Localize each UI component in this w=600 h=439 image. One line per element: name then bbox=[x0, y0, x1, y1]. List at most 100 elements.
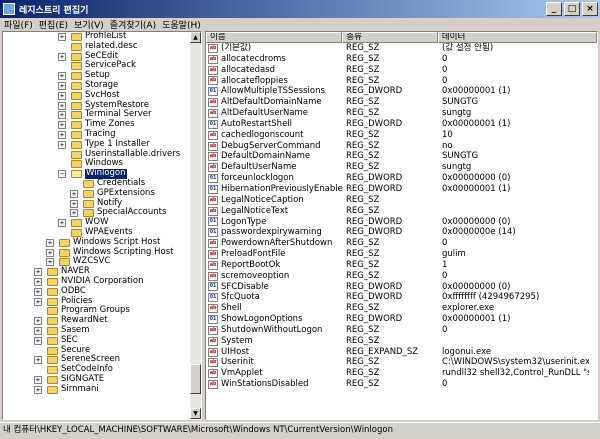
value-row[interactable]: ab VmApplet REG_SZ rundll32 shell32,Control… bbox=[206, 368, 597, 379]
expand-icon[interactable]: + bbox=[70, 189, 78, 198]
value-row[interactable]: ab UIHost REG_EXPAND_SZ logonui.exe bbox=[206, 347, 597, 358]
expand-icon[interactable]: + bbox=[58, 219, 66, 228]
expand-icon[interactable]: + bbox=[58, 52, 66, 61]
tree-node[interactable]: + WZCSVC bbox=[3, 257, 191, 267]
value-type: REG_SZ bbox=[346, 303, 380, 314]
expand-icon[interactable]: + bbox=[34, 287, 42, 296]
column-header-type[interactable]: 종류 bbox=[342, 32, 438, 43]
value-row[interactable]: ab PowerdownAfterShutdown REG_SZ 0 bbox=[206, 238, 597, 249]
expand-icon[interactable]: + bbox=[34, 326, 42, 335]
menu-help[interactable]: 도움말(H) bbox=[162, 18, 201, 31]
value-row[interactable]: 01 SfcQuota REG_DWORD 0xffffffff (429496729… bbox=[206, 292, 597, 303]
value-row[interactable]: ab cachedlogonscount REG_SZ 10 bbox=[206, 130, 597, 141]
expand-icon[interactable]: + bbox=[34, 375, 42, 384]
expand-icon[interactable]: + bbox=[46, 238, 54, 247]
column-header-name[interactable]: 이름 bbox=[206, 32, 343, 43]
close-button[interactable]: × bbox=[582, 2, 598, 16]
value-row[interactable]: 01 ShowLogonOptions REG_DWORD 0x00000001 (1… bbox=[206, 314, 597, 325]
tree-node[interactable]: + RewardNet bbox=[3, 315, 191, 326]
value-row[interactable]: ab LegalNoticeCaption REG_SZ bbox=[206, 195, 597, 206]
expand-icon[interactable]: + bbox=[58, 33, 66, 41]
menu-view[interactable]: 보기(V) bbox=[74, 18, 104, 31]
scroll-thumb[interactable] bbox=[190, 364, 201, 394]
expand-icon[interactable]: + bbox=[70, 209, 78, 218]
tree-node[interactable]: + ODBC bbox=[3, 286, 191, 297]
minimize-button[interactable]: _ bbox=[546, 2, 562, 16]
expand-icon[interactable]: + bbox=[58, 130, 66, 139]
value-row[interactable]: ab Userinit REG_SZ C:\WINDOWS\system32\user… bbox=[206, 357, 597, 368]
value-row[interactable]: 01 LogonType REG_DWORD 0x00000000 (0) bbox=[206, 217, 597, 228]
value-row[interactable]: 01 HibernationPreviouslyEnabled REG_DWORD 0… bbox=[206, 184, 597, 195]
tree-node[interactable]: + Sirnmani bbox=[3, 384, 191, 395]
key-tree-pane[interactable]: + ProfileList related.desc + SeCEdit ServiceP… bbox=[2, 31, 202, 420]
value-data bbox=[439, 206, 589, 217]
expand-icon[interactable]: + bbox=[46, 258, 54, 267]
value-row[interactable]: ab Shell REG_SZ explorer.exe bbox=[206, 303, 597, 314]
value-row[interactable]: 01 SFCDisable REG_DWORD 0x00000000 (0) bbox=[206, 282, 597, 293]
folder-icon bbox=[47, 268, 58, 277]
value-row[interactable]: ab ReportBootOk REG_SZ 1 bbox=[206, 260, 597, 271]
value-row[interactable]: ab DebugServerCommand REG_SZ no bbox=[206, 141, 597, 152]
maximize-button[interactable]: □ bbox=[564, 2, 580, 16]
expand-icon[interactable]: + bbox=[58, 91, 66, 100]
value-row[interactable]: ab ShutdownWithoutLogon REG_SZ 0 bbox=[206, 325, 597, 336]
value-row[interactable]: ab PreloadFontFile REG_SZ gulim bbox=[206, 249, 597, 260]
value-name: SFCDisable bbox=[221, 281, 269, 292]
expand-icon[interactable]: + bbox=[58, 81, 66, 90]
scroll-down-arrow-icon[interactable]: ▼ bbox=[190, 408, 201, 419]
menu-file[interactable]: 파일(F) bbox=[4, 18, 33, 31]
binary-value-icon: 01 bbox=[208, 87, 218, 97]
expand-icon[interactable]: + bbox=[34, 317, 42, 326]
value-row[interactable]: ab WinStationsDisabled REG_SZ 0 bbox=[206, 379, 597, 390]
value-name-cell: ab DefaultUserName bbox=[206, 162, 343, 173]
expand-icon[interactable]: + bbox=[58, 101, 66, 110]
value-row[interactable]: ab allocatecdroms REG_SZ 0 bbox=[206, 54, 597, 65]
value-name: WinStationsDisabled bbox=[221, 379, 309, 390]
value-name: Shell bbox=[221, 303, 242, 314]
scroll-up-arrow-icon[interactable]: ▲ bbox=[190, 32, 201, 43]
regedit-app-icon bbox=[3, 3, 15, 15]
value-row[interactable]: 01 forceunlocklogon REG_DWORD 0x00000000 (0… bbox=[206, 173, 597, 184]
value-name-cell: ab UIHost bbox=[206, 347, 343, 358]
expand-icon[interactable]: + bbox=[46, 248, 54, 257]
menu-edit[interactable]: 편집(E) bbox=[39, 18, 68, 31]
value-row[interactable]: ab DefaultUserName REG_SZ sungtg bbox=[206, 162, 597, 173]
value-row[interactable]: ab AltDefaultUserName REG_SZ sungtg bbox=[206, 108, 597, 119]
value-row[interactable]: ab LegalNoticeText REG_SZ bbox=[206, 206, 597, 217]
value-row[interactable]: 01 passwordexpirywarning REG_DWORD 0x000000… bbox=[206, 227, 597, 238]
collapse-icon[interactable]: − bbox=[58, 170, 66, 179]
expand-icon[interactable]: + bbox=[70, 199, 78, 208]
expand-icon[interactable]: + bbox=[58, 72, 66, 81]
expand-icon[interactable]: + bbox=[58, 111, 66, 120]
values-list-pane[interactable]: 이름 종류 데이터 ab (기본값) REG_SZ (값 설정 안됨) ab alloca… bbox=[205, 31, 598, 420]
value-row[interactable]: ab AltDefaultDomainName REG_SZ SUNGTG bbox=[206, 97, 597, 108]
tree-vertical-scrollbar[interactable]: ▲ ▼ bbox=[190, 32, 201, 419]
expand-icon[interactable]: + bbox=[58, 121, 66, 130]
expand-icon[interactable]: + bbox=[58, 140, 66, 149]
string-value-icon: ab bbox=[208, 108, 218, 118]
value-data: 10 bbox=[442, 129, 453, 140]
expand-icon[interactable]: + bbox=[34, 336, 42, 345]
value-row[interactable]: ab allocatedasd REG_SZ 0 bbox=[206, 65, 597, 76]
expand-icon[interactable]: + bbox=[34, 268, 42, 277]
value-row[interactable]: ab (기본값) REG_SZ (값 설정 안됨) bbox=[206, 43, 597, 54]
expand-icon[interactable]: + bbox=[34, 297, 42, 306]
expand-icon[interactable]: + bbox=[34, 385, 42, 394]
tree-node[interactable]: + NVIDIA Corporation bbox=[3, 276, 191, 287]
expand-icon[interactable]: + bbox=[34, 356, 42, 365]
tree-node[interactable]: + SEC bbox=[3, 335, 191, 346]
expand-icon[interactable]: + bbox=[34, 277, 42, 286]
value-row[interactable]: ab allocatefloppies REG_SZ 0 bbox=[206, 76, 597, 87]
column-header-data[interactable]: 데이터 bbox=[437, 32, 597, 43]
value-type: REG_DWORD bbox=[346, 292, 403, 303]
value-row[interactable]: ab System REG_SZ bbox=[206, 336, 597, 347]
value-data: 0x00000001 (1) bbox=[442, 183, 511, 194]
value-row[interactable]: 01 AllowMultipleTSSessions REG_DWORD 0x0000… bbox=[206, 86, 597, 97]
value-row[interactable]: 01 AutoRestartShell REG_DWORD 0x00000001 (1… bbox=[206, 119, 597, 130]
value-row[interactable]: ab DefaultDomainName REG_SZ SUNGTG bbox=[206, 151, 597, 162]
value-row[interactable]: ab scremoveoption REG_SZ 0 bbox=[206, 271, 597, 282]
tree-node[interactable]: + Sasem bbox=[3, 325, 191, 336]
value-data: 0 bbox=[442, 238, 448, 249]
value-name: AutoRestartShell bbox=[221, 118, 293, 129]
menu-favorites[interactable]: 즐겨찾기(A) bbox=[110, 18, 156, 31]
